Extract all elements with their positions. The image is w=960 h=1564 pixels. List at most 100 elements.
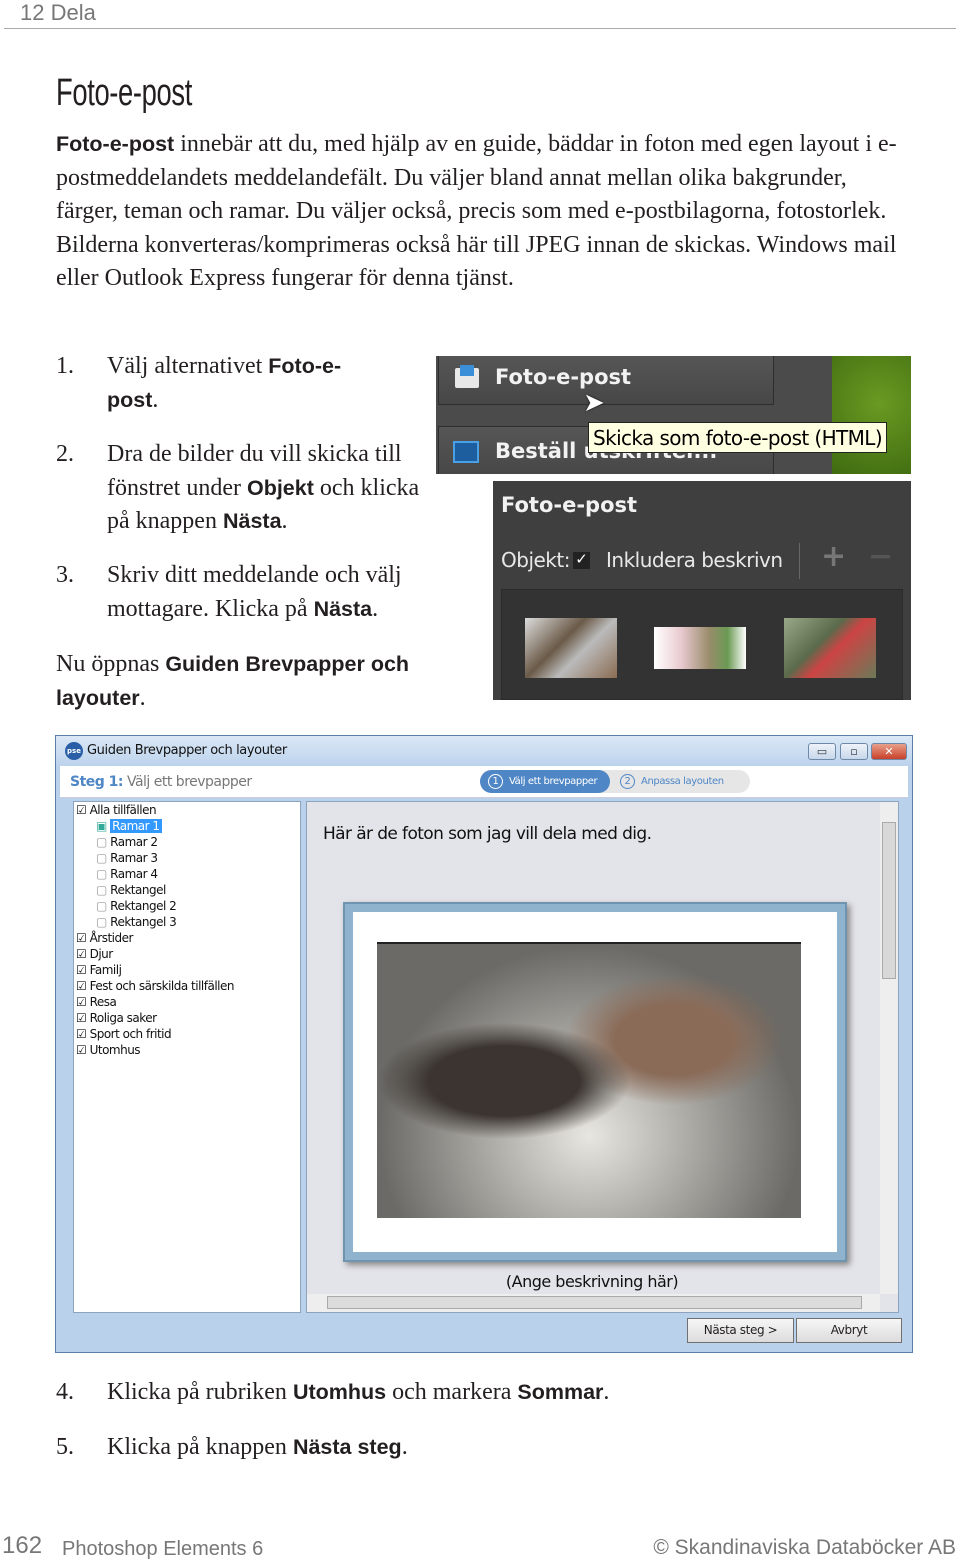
tree-category[interactable]: ☑ Fest och särskilda tillfällen [76, 979, 234, 993]
tree-label: Årstider [89, 931, 134, 945]
chapter-header: 12 Dela [20, 0, 96, 25]
tree-category-utomhus[interactable]: ☑ Utomhus [76, 1043, 141, 1057]
step-5: 5. Klicka på knappen Nästa steg. [56, 1431, 856, 1465]
vertical-scrollbar[interactable] [880, 802, 898, 1294]
remove-button[interactable]: − [868, 539, 893, 574]
next-step-button[interactable]: Nästa steg > [687, 1318, 794, 1343]
tree-root[interactable]: ☑ Alla tillfällen [76, 803, 157, 817]
thumbnail-frog[interactable] [654, 627, 746, 669]
frame-icon: ▣ [96, 819, 107, 833]
envelope-icon [455, 365, 479, 388]
close-button[interactable]: ✕ [871, 743, 907, 760]
tree-label: Ramar 3 [110, 851, 158, 865]
frame-icon: ▢ [96, 867, 107, 881]
step-heading: Steg 1: Välj ett brevpapper [70, 774, 252, 790]
thumbnail-bird[interactable] [784, 618, 876, 678]
step-text: Klicka på knappen [107, 1434, 293, 1460]
tree-label: Familj [89, 963, 122, 977]
tree-category[interactable]: ☑ Sport och fritid [76, 1027, 172, 1041]
button-label: Foto-e-post [495, 365, 632, 389]
tree-category[interactable]: ☑ Årstider [76, 931, 133, 945]
panel-title: Foto-e-post [501, 493, 638, 517]
step-text: . [372, 595, 379, 622]
tree-item[interactable]: ▢ Rektangel [96, 883, 166, 897]
tree-label: Sport och fritid [89, 1027, 172, 1041]
objects-area[interactable] [501, 589, 903, 700]
message-text[interactable]: Här är de foton som jag vill dela med di… [323, 824, 652, 844]
tree-item[interactable]: ▢ Rektangel 3 [96, 915, 177, 929]
step-number: 1 [488, 774, 503, 789]
app-icon: pse [65, 742, 83, 760]
screenshot-photo-email-panel: Foto-e-post Objekt: ✓ Inkludera beskrivn… [493, 481, 911, 700]
frame-icon: ▢ [96, 851, 107, 865]
tree-label: Alla tillfällen [89, 803, 157, 817]
tree-label: Ramar 1 [110, 819, 162, 833]
tree-label: Djur [89, 947, 114, 961]
maximize-button[interactable]: ▫ [840, 743, 868, 760]
tree-category[interactable]: ☑ Familj [76, 963, 122, 977]
step-bold: Nästa steg [292, 1435, 402, 1459]
title-bar: pse Guiden Brevpapper och layouter ▭ ▫ ✕ [56, 736, 912, 766]
step-text: Välj ett brevpapper [123, 774, 252, 790]
book-title: Photoshop Elements 6 [62, 1538, 264, 1560]
after-plain: Nu öppnas [56, 651, 166, 677]
intro-text: innebär att du, med hjälp av en guide, b… [56, 131, 897, 291]
caption-field[interactable]: (Ange beskrivning här) [307, 1272, 877, 1291]
tree-label: Fest och särskilda tillfällen [89, 979, 235, 993]
horizontal-scrollbar[interactable] [307, 1294, 880, 1312]
frame-icon: ▢ [96, 899, 107, 913]
step-3: 3. Skriv ditt meddelande och välj mottaga… [56, 559, 446, 626]
tree-item-ramar-1[interactable]: ▣ Ramar 1 [96, 819, 162, 833]
divider [799, 543, 800, 579]
minimize-button[interactable]: ▭ [808, 743, 836, 760]
step-text: och markera [386, 1379, 518, 1405]
tree-category[interactable]: ☑ Resa [76, 995, 117, 1009]
tooltip: Skicka som foto-e-post (HTML) [588, 422, 888, 453]
copyright: © Skandinaviska Databöcker AB [653, 1536, 956, 1559]
add-button[interactable]: + [821, 539, 846, 574]
scroll-thumb[interactable] [882, 822, 896, 979]
intro-bold: Foto-e-post [56, 132, 175, 156]
tree-label: Ramar 4 [110, 867, 158, 881]
header-divider [4, 28, 956, 29]
photo-email-button[interactable]: Foto-e-post [438, 356, 774, 405]
tree-item[interactable]: ▢ Rektangel 2 [96, 899, 177, 913]
step-label: Anpassa layouten [641, 776, 724, 787]
preview-pane: Här är de foton som jag vill dela med di… [306, 801, 899, 1313]
wizard-step-1[interactable]: 1 Välj ett brevpapper [480, 770, 610, 793]
step-number: 1. [56, 353, 74, 379]
scroll-thumb[interactable] [327, 1296, 862, 1309]
page-title: Foto-e-post [56, 72, 192, 114]
tree-item[interactable]: ▢ Ramar 3 [96, 851, 158, 865]
step-text: . [603, 1379, 610, 1405]
tree-label: Rektangel 3 [110, 915, 177, 929]
wizard-step-2[interactable]: 2 Anpassa layouten [620, 770, 724, 793]
tree-item[interactable]: ▢ Ramar 4 [96, 867, 158, 881]
tree-label: Rektangel [110, 883, 166, 897]
frame-icon: ▢ [96, 883, 107, 897]
hippo-photo [377, 942, 801, 1218]
step-text: . [281, 508, 288, 534]
cursor-icon: ➤ [583, 388, 605, 417]
step-number: 3. [56, 562, 74, 588]
step-text: . [152, 386, 159, 413]
include-checkbox[interactable]: ✓ [573, 552, 590, 569]
frame-mat [353, 912, 837, 1252]
intro-paragraph: Foto-e-post innebär att du, med hjälp av… [56, 128, 901, 296]
tree-category[interactable]: ☑ Djur [76, 947, 113, 961]
include-description-label: Inkludera beskrivn [606, 548, 783, 572]
step-bold: Objekt [246, 475, 314, 500]
tree-category[interactable]: ☑ Roliga saker [76, 1011, 157, 1025]
step-bold: Sommar [517, 1380, 604, 1404]
thumbnail-hippos[interactable] [525, 618, 617, 678]
after-plain: . [139, 684, 146, 711]
step-label: Välj ett brevpapper [509, 776, 598, 787]
tree-label: Roliga saker [89, 1011, 158, 1025]
step-text: . [401, 1434, 408, 1460]
step-4: 4. Klicka på rubriken Utomhus och markera… [56, 1376, 856, 1410]
tree-label: Utomhus [89, 1043, 141, 1057]
frame-icon: ▢ [96, 835, 107, 849]
tree-item[interactable]: ▢ Ramar 2 [96, 835, 158, 849]
step-bold: Utomhus [292, 1380, 387, 1404]
cancel-button[interactable]: Avbryt [796, 1318, 902, 1343]
